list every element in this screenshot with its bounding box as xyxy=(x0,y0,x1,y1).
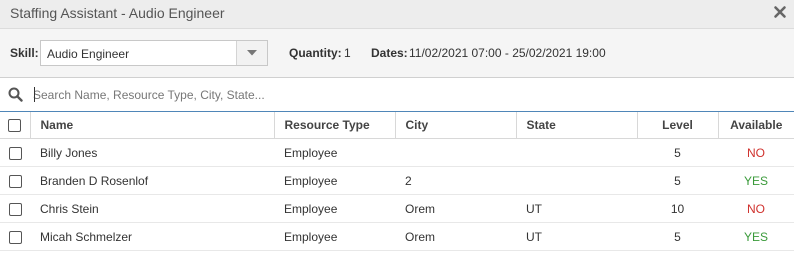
cell-available: NO xyxy=(718,138,794,167)
dates-label: Dates: xyxy=(371,46,408,60)
cell-state: UT xyxy=(516,194,637,223)
skill-label: Skill: xyxy=(10,46,39,60)
cell-level: 10 xyxy=(637,194,718,223)
column-header-available[interactable]: Available xyxy=(718,112,794,139)
row-select-cell xyxy=(0,194,30,223)
filter-bar: Skill: Audio Engineer Quantity: 1 Dates:… xyxy=(0,29,794,78)
cell-available: NO xyxy=(718,194,794,223)
row-checkbox[interactable] xyxy=(8,202,22,216)
search-icon xyxy=(8,87,23,102)
cell-state xyxy=(516,166,637,195)
cell-name: Chris Stein xyxy=(30,194,274,223)
quantity-value: 1 xyxy=(344,46,351,60)
skill-selected-value: Audio Engineer xyxy=(47,47,130,61)
cell-state: UT xyxy=(516,222,637,251)
column-header-resource-type[interactable]: Resource Type xyxy=(274,112,396,139)
table-row[interactable]: Chris Stein Employee Orem UT 10 NO xyxy=(0,194,794,223)
column-header-city[interactable]: City xyxy=(395,112,517,139)
cell-available: YES xyxy=(718,222,794,251)
search-input[interactable] xyxy=(33,85,773,105)
table-row[interactable]: Billy Jones Employee 5 NO xyxy=(0,138,794,167)
search-bar xyxy=(0,78,794,112)
dates-value: 11/02/2021 07:00 - 25/02/2021 19:00 xyxy=(409,46,606,60)
cell-resource-type: Employee xyxy=(274,166,395,195)
cell-resource-type: Employee xyxy=(274,138,395,167)
row-select-cell xyxy=(0,222,30,251)
cell-city: 2 xyxy=(395,166,516,195)
cell-level: 5 xyxy=(637,222,718,251)
row-checkbox[interactable] xyxy=(8,230,22,244)
cell-city: Orem xyxy=(395,194,516,223)
cell-level: 5 xyxy=(637,166,718,195)
close-icon[interactable] xyxy=(772,4,788,20)
cell-resource-type: Employee xyxy=(274,222,395,251)
cell-city xyxy=(395,138,516,167)
column-header-state[interactable]: State xyxy=(516,112,638,139)
cell-state xyxy=(516,138,637,167)
cell-name: Branden D Rosenlof xyxy=(30,166,274,195)
cell-level: 5 xyxy=(637,138,718,167)
cell-resource-type: Employee xyxy=(274,194,395,223)
dropdown-toggle[interactable] xyxy=(236,41,267,65)
cell-name: Billy Jones xyxy=(30,138,274,167)
row-select-cell xyxy=(0,138,30,167)
table-row[interactable]: Branden D Rosenlof Employee 2 5 YES xyxy=(0,166,794,195)
table-row[interactable]: Micah Schmelzer Employee Orem UT 5 YES xyxy=(0,222,794,251)
cell-city: Orem xyxy=(395,222,516,251)
cell-name: Micah Schmelzer xyxy=(30,222,274,251)
column-header-name[interactable]: Name xyxy=(30,112,275,139)
quantity-label: Quantity: xyxy=(289,46,342,60)
select-all-cell xyxy=(0,112,31,139)
row-checkbox[interactable] xyxy=(8,146,22,160)
chevron-down-icon xyxy=(247,50,257,56)
window-title: Staffing Assistant - Audio Engineer xyxy=(10,5,225,21)
resource-table: Name Resource Type City State Level Avai… xyxy=(0,112,794,251)
skill-select[interactable]: Audio Engineer xyxy=(40,40,268,66)
text-cursor xyxy=(34,87,35,102)
column-header-level[interactable]: Level xyxy=(637,112,719,139)
row-checkbox[interactable] xyxy=(8,174,22,188)
row-select-cell xyxy=(0,166,30,195)
title-bar: Staffing Assistant - Audio Engineer xyxy=(0,0,794,29)
cell-available: YES xyxy=(718,166,794,195)
select-all-checkbox[interactable] xyxy=(8,119,22,133)
table-header-row: Name Resource Type City State Level Avai… xyxy=(0,112,794,139)
